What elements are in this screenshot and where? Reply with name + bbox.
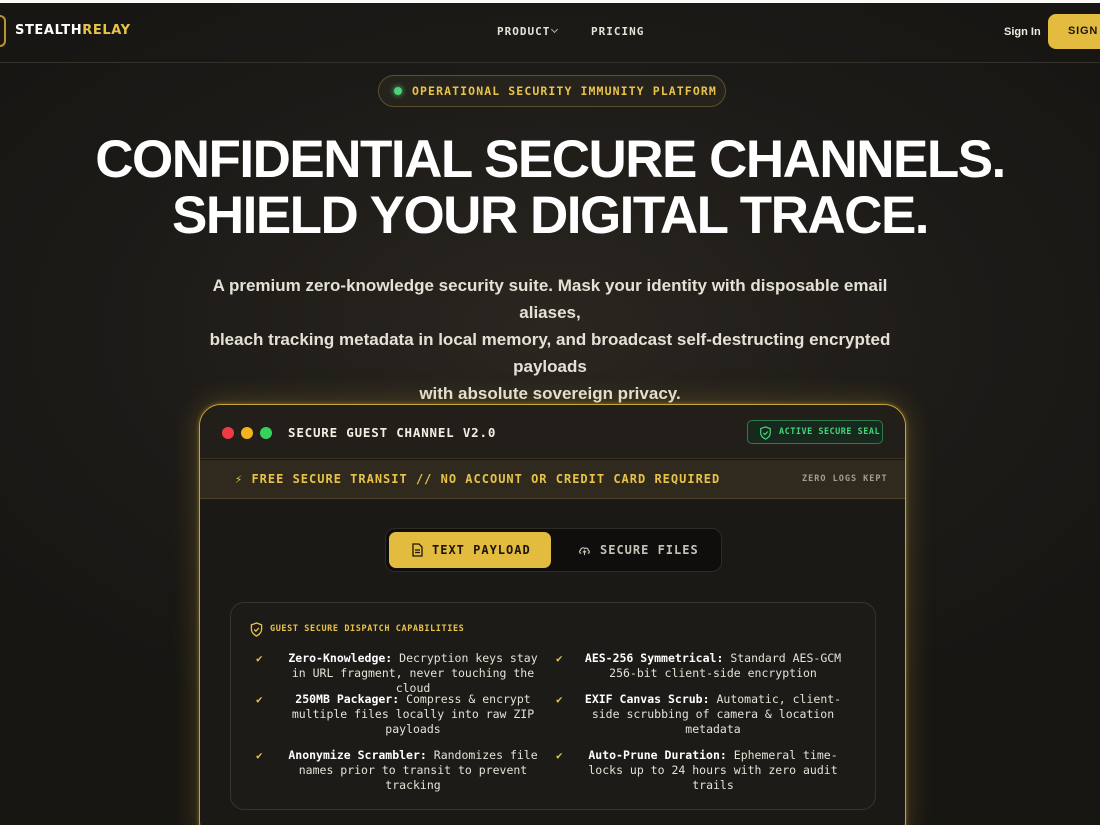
tab-label: SECURE FILES — [600, 543, 699, 557]
hero-title-line-1: CONFIDENTIAL SECURE CHANNELS. — [95, 130, 1006, 189]
tab-text-payload[interactable]: TEXT PAYLOAD — [389, 532, 551, 568]
check-icon: ✔ — [256, 749, 263, 762]
nav-link-pricing[interactable]: PRICING — [591, 25, 644, 38]
hero-subtitle-line-2: bleach tracking metadata in local memory… — [209, 330, 891, 376]
zero-logs-label: ZERO LOGS KEPT — [802, 474, 888, 484]
capability-item: ✔ AES-256 Symmetrical: Standard AES-GCM … — [556, 651, 842, 680]
shield-check-icon — [250, 622, 263, 637]
hero-title: CONFIDENTIAL SECURE CHANNELS. SHIELD YOU… — [0, 132, 1100, 244]
capability-item: ✔ Auto-Prune Duration: Ephemeral time-lo… — [556, 748, 838, 792]
logo-mark-icon[interactable] — [0, 15, 6, 47]
card-header: SECURE GUEST CHANNEL V2.0 ACTIVE SECURE … — [200, 405, 905, 459]
sign-in-link[interactable]: Sign In — [1004, 26, 1041, 38]
tab-secure-files[interactable]: SECURE FILES — [554, 532, 718, 568]
check-icon: ✔ — [556, 652, 563, 665]
window-maximize-icon — [260, 427, 272, 439]
hero-subtitle-line-1: A premium zero-knowledge security suite.… — [212, 276, 888, 322]
check-icon: ✔ — [256, 652, 263, 665]
capabilities-panel: GUEST SECURE DISPATCH CAPABILITIES ✔ Zer… — [230, 602, 876, 810]
active-seal-badge: ACTIVE SECURE SEAL — [747, 420, 883, 444]
logo[interactable]: STEALTHRELAY — [15, 23, 131, 38]
capability-item: ✔ 250MB Packager: Compress & encrypt mul… — [256, 692, 535, 736]
seal-text: ACTIVE SECURE SEAL — [779, 427, 881, 437]
capability-item: ✔ Anonymize Scrambler: Randomizes file n… — [256, 748, 538, 792]
nav-link-product[interactable]: PRODUCT — [497, 25, 550, 38]
sign-up-button[interactable]: SIGN U — [1048, 14, 1100, 49]
card-title: SECURE GUEST CHANNEL V2.0 — [288, 425, 497, 440]
hero-subtitle-line-3: with absolute sovereign privacy. — [419, 384, 681, 403]
secure-channel-card: SECURE GUEST CHANNEL V2.0 ACTIVE SECURE … — [199, 404, 906, 825]
cloud-upload-icon — [579, 547, 590, 556]
window-minimize-icon — [241, 427, 253, 439]
top-nav: STEALTHRELAY PRODUCT PRICING Sign In SIG… — [0, 0, 1100, 63]
badge-text: OPERATIONAL SECURITY IMMUNITY PLATFORM — [412, 84, 717, 98]
document-icon — [412, 543, 423, 557]
tab-label: TEXT PAYLOAD — [432, 543, 531, 557]
platform-badge: OPERATIONAL SECURITY IMMUNITY PLATFORM — [378, 75, 726, 107]
window-close-icon — [222, 427, 234, 439]
free-transit-banner: ⚡ FREE SECURE TRANSIT // NO ACCOUNT OR C… — [200, 460, 905, 499]
banner-text: ⚡ FREE SECURE TRANSIT // NO ACCOUNT OR C… — [235, 472, 721, 486]
capabilities-heading: GUEST SECURE DISPATCH CAPABILITIES — [270, 624, 465, 634]
hero-subtitle: A premium zero-knowledge security suite.… — [190, 272, 910, 407]
capability-item: ✔ EXIF Canvas Scrub: Automatic, client-s… — [556, 692, 842, 736]
hero-title-line-2: SHIELD YOUR DIGITAL TRACE. — [171, 186, 930, 245]
shield-check-icon — [760, 426, 771, 440]
chevron-down-icon[interactable] — [550, 25, 559, 34]
check-icon: ✔ — [256, 693, 263, 706]
payload-tabs: TEXT PAYLOAD SECURE FILES — [385, 528, 722, 572]
status-dot-icon — [394, 87, 402, 95]
top-border — [0, 0, 1100, 3]
capability-item: ✔ Zero-Knowledge: Decryption keys stay i… — [256, 651, 538, 695]
check-icon: ✔ — [556, 693, 563, 706]
check-icon: ✔ — [556, 749, 563, 762]
